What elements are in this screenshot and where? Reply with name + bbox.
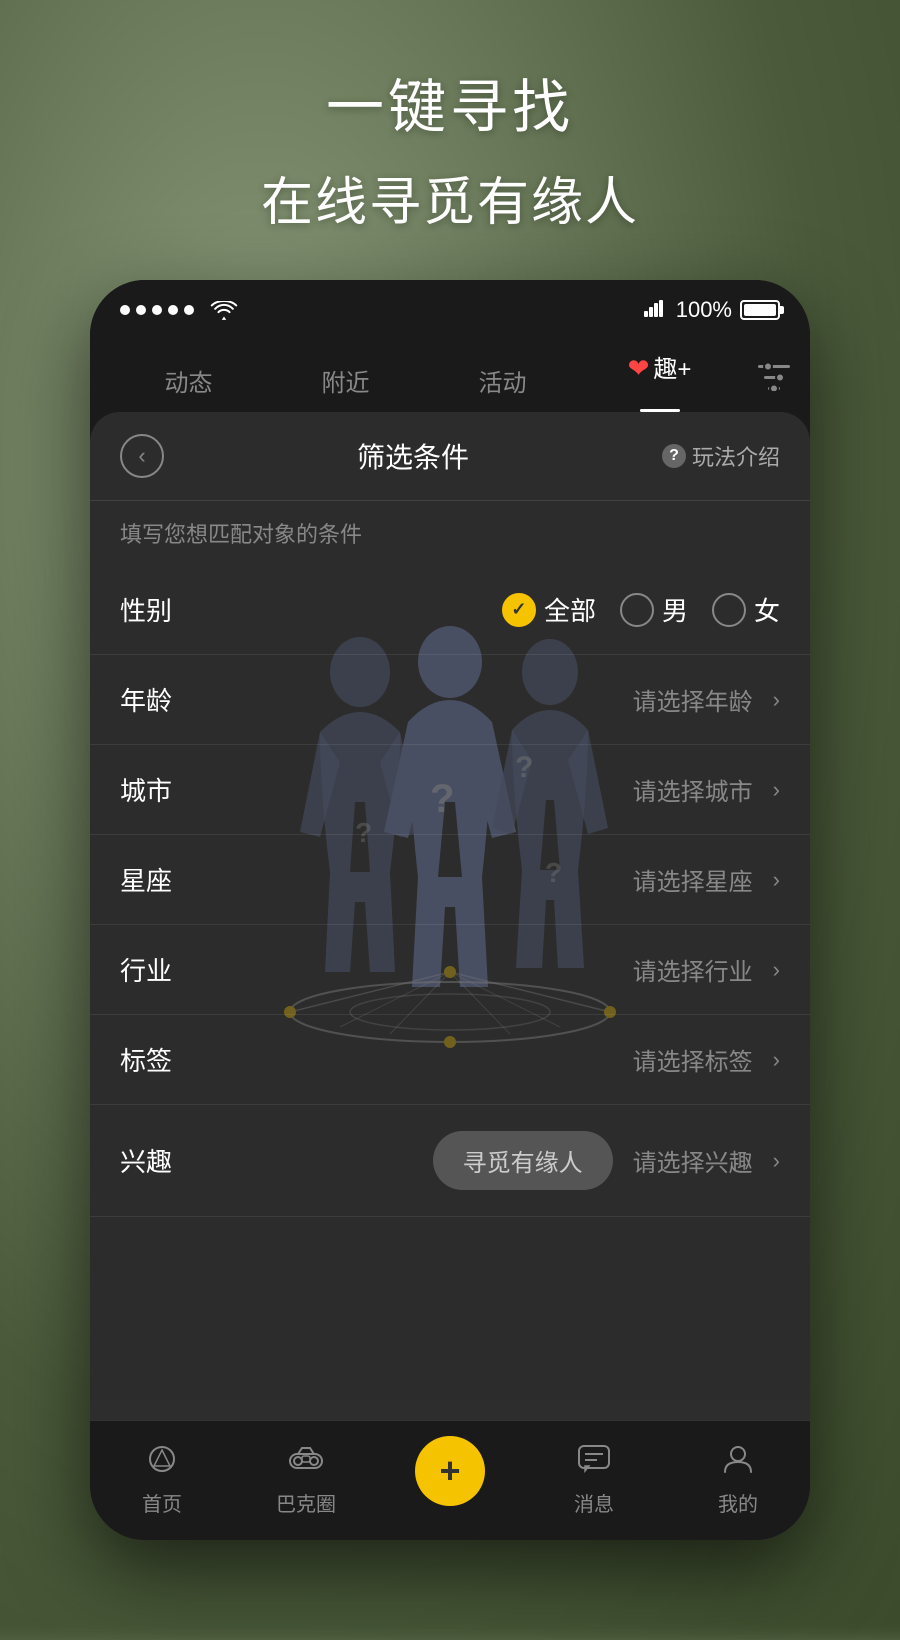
age-select[interactable]: 请选择年龄 ›	[210, 682, 780, 717]
status-bar: 100%	[90, 280, 810, 340]
mine-label: 我的	[718, 1488, 758, 1517]
gender-all-option[interactable]: 全部	[502, 591, 596, 628]
gender-options: 全部 男 女	[210, 591, 780, 628]
help-label: 玩法介绍	[692, 440, 780, 472]
dot5	[184, 305, 194, 315]
home-label: 首页	[142, 1488, 182, 1517]
battery-fill	[744, 304, 776, 316]
gender-male-option[interactable]: 男	[620, 591, 688, 628]
tags-label: 标签	[120, 1041, 210, 1078]
tab-dongtai[interactable]: 动态	[110, 363, 267, 412]
panel-subtitle: 填写您想匹配对象的条件	[90, 501, 810, 565]
dot3	[152, 305, 162, 315]
filter-rows: 性别 全部 男 女	[90, 565, 810, 1217]
city-select[interactable]: 请选择城市 ›	[210, 772, 780, 807]
radio-group-gender: 全部 男 女	[502, 591, 780, 628]
nav-tabs: 动态 附近 活动 ❤ 趣+	[90, 340, 810, 412]
nav-mine[interactable]: 我的	[666, 1444, 810, 1517]
interest-label: 兴趣	[120, 1142, 210, 1179]
panel-title: 筛选条件	[357, 436, 469, 476]
battery-percent: 100%	[676, 297, 732, 323]
city-label: 城市	[120, 771, 210, 808]
bottom-nav: 首页 巴克圈 +	[90, 1420, 810, 1540]
gender-all-text: 全部	[544, 591, 596, 628]
industry-label: 行业	[120, 951, 210, 988]
age-label: 年龄	[120, 681, 210, 718]
back-button[interactable]: ‹	[120, 434, 164, 478]
hero-line2: 在线寻觅有缘人	[0, 160, 900, 235]
message-icon	[577, 1444, 611, 1482]
nav-add[interactable]: +	[378, 1436, 522, 1526]
filter-interest-row[interactable]: 兴趣 寻觅有缘人 请选择兴趣 ›	[90, 1105, 810, 1217]
interest-tag[interactable]: 寻觅有缘人	[433, 1131, 613, 1190]
wifi-icon	[210, 301, 234, 319]
industry-chevron: ›	[773, 957, 780, 983]
heart-icon: ❤	[628, 353, 650, 384]
hero-title: 一键寻找 在线寻觅有缘人	[0, 60, 900, 235]
dot4	[168, 305, 178, 315]
help-link[interactable]: ? 玩法介绍	[662, 440, 780, 472]
interest-content: 寻觅有缘人 请选择兴趣 ›	[210, 1131, 780, 1190]
tab-qu[interactable]: ❤ 趣+	[581, 349, 738, 412]
constellation-select[interactable]: 请选择星座 ›	[210, 862, 780, 897]
signal-icon	[644, 299, 668, 322]
filter-button[interactable]	[758, 363, 790, 412]
status-right: 100%	[644, 297, 780, 323]
tab-fujin[interactable]: 附近	[267, 363, 424, 412]
gender-female-text: 女	[754, 591, 780, 628]
gender-all-radio[interactable]	[502, 593, 536, 627]
filter-constellation-row[interactable]: 星座 请选择星座 ›	[90, 835, 810, 925]
industry-select[interactable]: 请选择行业 ›	[210, 952, 780, 987]
filter-city-row[interactable]: 城市 请选择城市 ›	[90, 745, 810, 835]
dot1	[120, 305, 130, 315]
interest-chevron: ›	[773, 1148, 780, 1174]
dot2	[136, 305, 146, 315]
tab-huodong[interactable]: 活动	[424, 363, 581, 412]
gender-female-option[interactable]: 女	[712, 591, 780, 628]
bakequan-icon	[288, 1444, 324, 1482]
gender-male-radio[interactable]	[620, 593, 654, 627]
constellation-label: 星座	[120, 861, 210, 898]
phone-frame: 100% 动态 附近 活动 ❤ 趣+	[90, 280, 810, 1540]
constellation-chevron: ›	[773, 867, 780, 893]
battery-icon	[740, 300, 780, 320]
nav-message[interactable]: 消息	[522, 1444, 666, 1517]
gender-female-radio[interactable]	[712, 593, 746, 627]
help-icon: ?	[662, 444, 686, 468]
constellation-placeholder: 请选择星座	[633, 862, 753, 897]
nav-home[interactable]: 首页	[90, 1444, 234, 1517]
signal-dots	[120, 301, 234, 319]
nav-bakequan[interactable]: 巴克圈	[234, 1444, 378, 1517]
interest-placeholder: 请选择兴趣	[633, 1143, 753, 1178]
filter-industry-row[interactable]: 行业 请选择行业 ›	[90, 925, 810, 1015]
tab-qu-label: 趣+	[653, 349, 691, 384]
tags-placeholder: 请选择标签	[633, 1042, 753, 1077]
industry-placeholder: 请选择行业	[633, 952, 753, 987]
filter-tags-row[interactable]: 标签 请选择标签 ›	[90, 1015, 810, 1105]
message-label: 消息	[574, 1488, 614, 1517]
hero-line1: 一键寻找	[0, 60, 900, 144]
age-chevron: ›	[773, 687, 780, 713]
gender-label: 性别	[120, 591, 210, 628]
gender-male-text: 男	[662, 591, 688, 628]
tags-chevron: ›	[773, 1047, 780, 1073]
city-placeholder: 请选择城市	[633, 772, 753, 807]
home-icon	[145, 1444, 179, 1482]
age-placeholder: 请选择年龄	[633, 682, 753, 717]
bakequan-label: 巴克圈	[276, 1488, 336, 1517]
add-button[interactable]: +	[415, 1436, 485, 1506]
city-chevron: ›	[773, 777, 780, 803]
tags-select[interactable]: 请选择标签 ›	[210, 1042, 780, 1077]
mine-icon	[721, 1444, 755, 1482]
panel-header: ‹ 筛选条件 ? 玩法介绍	[90, 412, 810, 501]
filter-age-row[interactable]: 年龄 请选择年龄 ›	[90, 655, 810, 745]
filter-gender-row: 性别 全部 男 女	[90, 565, 810, 655]
filter-panel: ‹ 筛选条件 ? 玩法介绍 填写您想匹配对象的条件	[90, 412, 810, 1540]
